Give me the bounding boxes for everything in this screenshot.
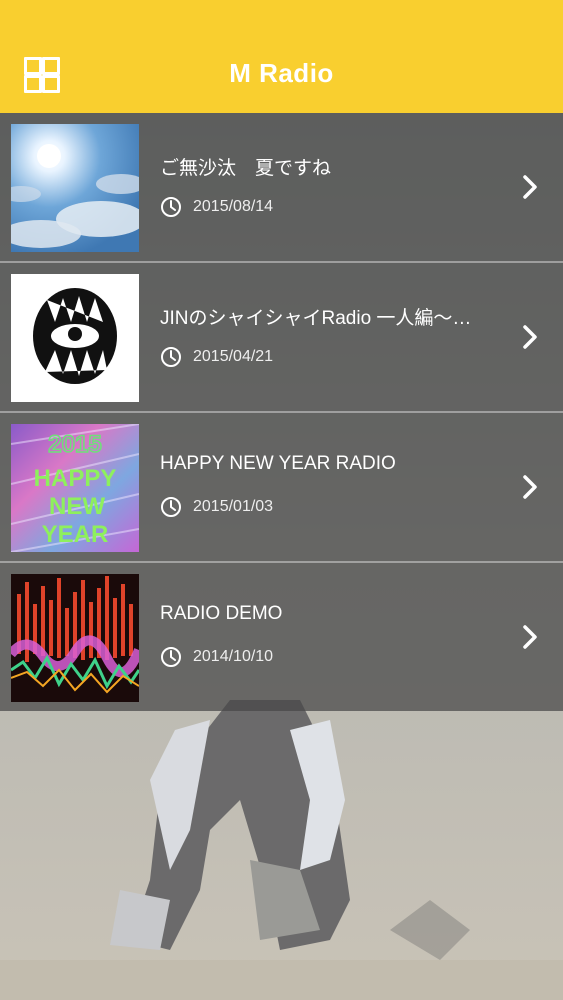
waveform-thumbnail (11, 574, 139, 702)
list-item[interactable]: 2015 HAPPY NEW YEAR HAPPY NEW YEAR RADIO… (0, 413, 563, 563)
chevron-right-icon (523, 475, 537, 499)
list-item[interactable]: RADIO DEMO 2014/10/10 (0, 563, 563, 711)
page-title: M Radio (229, 58, 334, 88)
chevron-right-icon (523, 625, 537, 649)
episode-date-row: 2015/01/03 (160, 496, 273, 518)
thumb-happy: HAPPY (34, 465, 117, 492)
chevron-right-icon (523, 325, 537, 349)
episode-date: 2015/04/21 (193, 348, 274, 365)
episode-date: 2015/08/14 (193, 198, 274, 215)
clock-icon (161, 347, 181, 367)
episode-date-row: 2015/08/14 (160, 196, 273, 218)
episode-date-row: 2014/10/10 (160, 646, 273, 668)
thumb-new: NEW (49, 493, 105, 520)
app-header: M Radio (0, 0, 563, 113)
thumb-year-word: YEAR (42, 521, 109, 548)
episode-title: HAPPY NEW YEAR RADIO (160, 453, 396, 474)
clock-icon (161, 497, 181, 517)
thumb-year: 2015 (48, 431, 101, 458)
clock-icon (161, 647, 181, 667)
monster-mouth-thumbnail (11, 274, 139, 402)
list-item[interactable]: ご無沙汰 夏ですね 2015/08/14 (0, 113, 563, 263)
happy-new-year-thumbnail: 2015 HAPPY NEW YEAR (11, 424, 139, 552)
episode-date: 2015/01/03 (193, 498, 274, 515)
episode-title: ご無沙汰 夏ですね (160, 158, 332, 179)
episode-title: RADIO DEMO (160, 603, 283, 624)
sky-sun-thumbnail (11, 124, 139, 252)
episode-date-row: 2015/04/21 (160, 346, 273, 368)
episode-list: ご無沙汰 夏ですね 2015/08/14 JINのシャイシャイRadio 一人編… (0, 113, 563, 711)
list-item[interactable]: JINのシャイシャイRadio 一人編〜… 2015/04/21 (0, 263, 563, 413)
chevron-right-icon (523, 175, 537, 199)
episode-title: JINのシャイシャイRadio 一人編〜… (160, 308, 472, 329)
clock-icon (161, 197, 181, 217)
episode-date: 2014/10/10 (193, 648, 274, 665)
